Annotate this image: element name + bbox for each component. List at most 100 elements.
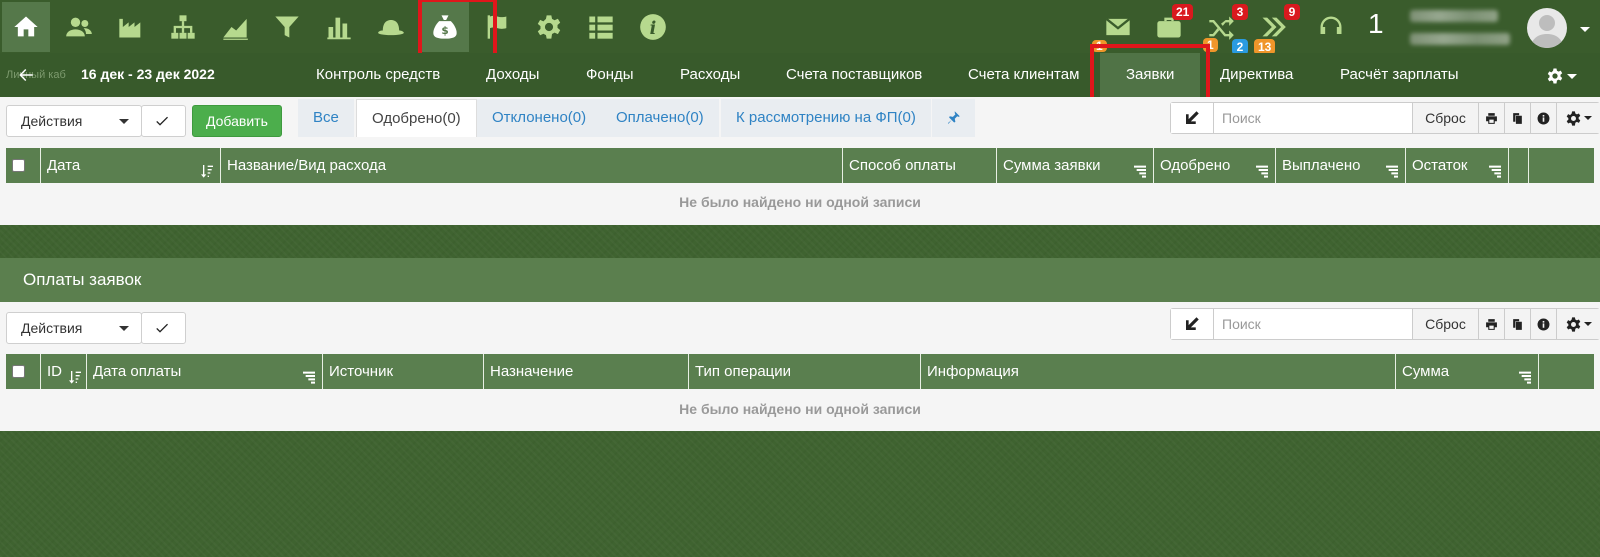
avatar[interactable]: [1527, 8, 1567, 48]
col-payment-method[interactable]: Способ оплаты: [843, 148, 997, 183]
bar-chart-button[interactable]: [315, 2, 363, 52]
org-chart-button[interactable]: [159, 2, 207, 52]
support-button[interactable]: [1307, 2, 1355, 52]
select-all-cell: [6, 354, 41, 389]
check-icon: [156, 323, 168, 333]
cart-badge: 21: [1172, 4, 1194, 20]
info-button[interactable]: [1530, 309, 1556, 339]
headset-icon: [1320, 16, 1342, 34]
col-paid-label: Выплачено: [1282, 157, 1361, 174]
col-payment-date[interactable]: Дата оплаты: [87, 354, 323, 389]
back-button[interactable]: [17, 66, 35, 84]
col-request-sum[interactable]: Сумма заявки: [997, 148, 1154, 183]
nav-directive[interactable]: Директива: [1220, 53, 1293, 97]
reset-button[interactable]: Сброс: [1412, 309, 1478, 339]
collapse-button[interactable]: [1171, 309, 1213, 339]
confirm-button[interactable]: [141, 105, 186, 137]
search-input[interactable]: [1213, 103, 1412, 133]
factory-button[interactable]: [107, 2, 155, 52]
payments-confirm-button[interactable]: [141, 312, 186, 344]
export-button[interactable]: [1504, 309, 1530, 339]
actions-dropdown[interactable]: Действия: [6, 105, 142, 137]
tab-pin[interactable]: [932, 99, 975, 137]
list-button[interactable]: [577, 2, 625, 52]
collapse-button[interactable]: [1171, 103, 1213, 133]
col-spacer: [1509, 148, 1529, 183]
flag-icon: [487, 15, 507, 39]
chevron-down-icon[interactable]: [1580, 27, 1590, 32]
tab-all[interactable]: Все: [298, 99, 354, 137]
settings-button[interactable]: [525, 2, 573, 52]
columns-settings-button[interactable]: [1556, 103, 1600, 133]
hat-button[interactable]: [367, 2, 415, 52]
reset-button[interactable]: Сброс: [1412, 103, 1478, 133]
counter[interactable]: 1: [1368, 8, 1384, 40]
tab-rejected[interactable]: Отклонено(0): [477, 99, 602, 137]
nav-funds[interactable]: Фонды: [586, 53, 634, 97]
info-button[interactable]: i: [629, 2, 677, 52]
col-paid[interactable]: Выплачено: [1276, 148, 1406, 183]
funnel-button[interactable]: [263, 2, 311, 52]
payments-search-input[interactable]: [1213, 309, 1412, 339]
tab-fp-review[interactable]: К рассмотрению на ФП(0): [721, 99, 931, 137]
info-icon: [1537, 318, 1550, 330]
nav-funds-control[interactable]: Контроль средств: [316, 53, 440, 97]
select-all-checkbox[interactable]: [12, 159, 25, 172]
date-range[interactable]: 16 дек - 23 дек 2022: [81, 66, 215, 82]
tab-approved[interactable]: Одобрено(0): [356, 99, 477, 137]
users-icon: [66, 17, 92, 37]
col-source[interactable]: Источник: [323, 354, 484, 389]
users-button[interactable]: [55, 2, 103, 52]
nav-supplier-invoices[interactable]: Счета поставщиков: [786, 53, 922, 97]
chevron-down-icon[interactable]: [1567, 74, 1577, 79]
money-bag-icon: $: [433, 15, 457, 39]
col-name[interactable]: Название/Вид расхода: [221, 148, 843, 183]
user-icon: [1531, 15, 1563, 48]
col-amount[interactable]: Сумма: [1396, 354, 1539, 389]
nav-payroll[interactable]: Расчёт зарплаты: [1340, 53, 1458, 97]
flag-button[interactable]: [473, 2, 521, 52]
nav-requests[interactable]: Заявки: [1100, 53, 1201, 97]
gear-icon: [1547, 68, 1563, 84]
col-purpose[interactable]: Назначение: [484, 354, 689, 389]
nav-expenses[interactable]: Расходы: [680, 53, 740, 97]
col-amount-label: Сумма: [1402, 363, 1450, 380]
print-button[interactable]: [1478, 103, 1504, 133]
payments-actions-dropdown[interactable]: Действия: [6, 312, 142, 344]
chevrons-badge: 9: [1284, 4, 1300, 20]
chevron-down-icon: [1584, 116, 1592, 120]
area-chart-button[interactable]: [211, 2, 259, 52]
gear-icon: [1566, 316, 1581, 332]
blurred-username: [1410, 10, 1498, 22]
col-remainder[interactable]: Остаток: [1406, 148, 1509, 183]
chevron-down-icon: [119, 326, 129, 331]
col-approved[interactable]: Одобрено: [1154, 148, 1276, 183]
add-button[interactable]: Добавить: [192, 105, 282, 137]
nav-client-invoices[interactable]: Счета клиентам: [968, 53, 1079, 97]
select-all-checkbox[interactable]: [12, 365, 25, 378]
home-button[interactable]: [2, 2, 50, 52]
col-information[interactable]: Информация: [921, 354, 1396, 389]
export-button[interactable]: [1504, 103, 1530, 133]
money-bag-button[interactable]: $: [421, 2, 469, 52]
col-operation-type[interactable]: Тип операции: [689, 354, 921, 389]
area-chart-icon: [223, 18, 248, 40]
col-approved-label: Одобрено: [1160, 157, 1231, 174]
svg-text:i: i: [650, 19, 657, 39]
print-button[interactable]: [1478, 309, 1504, 339]
columns-settings-button[interactable]: [1556, 309, 1600, 339]
col-date[interactable]: Дата: [41, 148, 221, 183]
bar-chart-icon: [327, 17, 351, 40]
chevron-down-icon: [119, 119, 129, 124]
tab-paid[interactable]: Оплачено(0): [601, 99, 719, 137]
nav-income[interactable]: Доходы: [486, 53, 539, 97]
col-id[interactable]: ID: [41, 354, 87, 389]
info-button[interactable]: [1530, 103, 1556, 133]
funnel-icon: [275, 16, 299, 38]
col-remainder-label: Остаток: [1412, 157, 1468, 174]
col-id-label: ID: [47, 363, 62, 380]
blurred-company: [1410, 33, 1510, 45]
subnav-settings-button[interactable]: [1546, 67, 1564, 88]
payments-table-header: ID Дата оплаты Источник Назначение Тип о…: [6, 354, 1594, 389]
shuffle-badge: 3: [1232, 4, 1248, 20]
